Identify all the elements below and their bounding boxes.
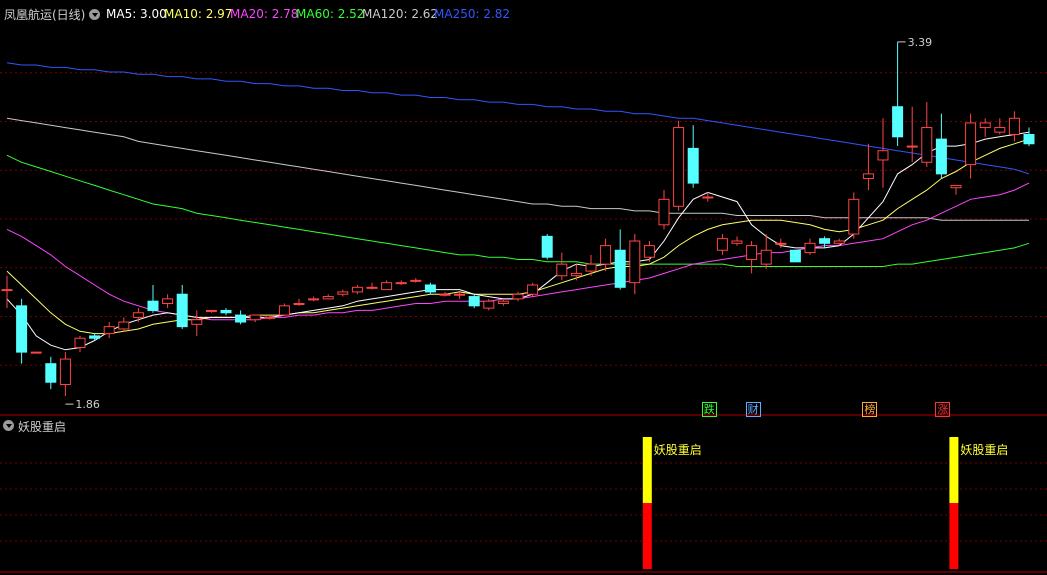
- candle-body: [351, 286, 363, 293]
- event-badge[interactable]: 榜: [862, 402, 878, 417]
- candle-body: [950, 184, 962, 189]
- candle-body: [614, 249, 626, 288]
- candle-body: [278, 305, 290, 316]
- candle-body: [716, 238, 728, 251]
- candle-body: [205, 309, 217, 312]
- candle-body: [162, 298, 174, 305]
- candle-body: [337, 291, 349, 295]
- signal-label: 妖股重启: [653, 443, 702, 457]
- signal-bar-bottom: [642, 503, 652, 569]
- high-price-label: 3.39: [907, 35, 933, 49]
- candle-body: [935, 138, 947, 175]
- candle-body: [556, 263, 568, 277]
- candle-body: [322, 296, 334, 300]
- candle-body: [395, 282, 407, 285]
- candle-body: [702, 196, 714, 199]
- candle-body: [921, 127, 933, 163]
- candle-body: [848, 198, 860, 235]
- candle-body: [483, 300, 495, 309]
- candle-body: [220, 309, 232, 314]
- candle-body: [760, 249, 772, 265]
- candle-body: [30, 351, 42, 354]
- candle-body: [585, 263, 597, 272]
- candle-body: [833, 240, 845, 244]
- candle-body: [454, 293, 466, 296]
- ma60-line: [6, 154, 1030, 267]
- candle-body: [424, 284, 436, 293]
- event-badge[interactable]: 涨: [935, 402, 951, 417]
- signal-bar-top: [642, 437, 652, 503]
- candle-body: [877, 150, 889, 161]
- candle-body: [366, 286, 378, 289]
- indicator-collapse-icon[interactable]: [3, 420, 14, 431]
- candle-body: [862, 173, 874, 179]
- candle-body: [235, 314, 247, 323]
- candle-body: [1008, 117, 1020, 135]
- candle-body: [74, 337, 86, 348]
- candle-body: [775, 242, 787, 245]
- candle-body: [819, 238, 831, 244]
- candle-body: [468, 296, 480, 307]
- candle-body: [103, 326, 115, 335]
- low-price-label: 1.86: [75, 398, 100, 412]
- candle-body: [249, 314, 261, 321]
- indicator-title: 妖股重启: [18, 420, 67, 434]
- candle-body: [731, 240, 743, 244]
- signal-label: 妖股重启: [960, 443, 1009, 457]
- candle-body: [118, 321, 130, 330]
- candle-body: [497, 300, 509, 305]
- candle-body: [410, 279, 422, 282]
- candle-body: [658, 198, 670, 226]
- candle-body: [381, 282, 393, 291]
- candle-body: [293, 303, 305, 306]
- candle-body: [45, 363, 57, 383]
- candle-body: [892, 106, 904, 138]
- candle-body: [906, 145, 918, 148]
- signal-bar-top: [949, 437, 959, 503]
- candle-body: [89, 335, 101, 339]
- candle-body: [59, 358, 71, 386]
- candle-body: [804, 242, 816, 254]
- candle-body: [979, 122, 991, 129]
- candle-body: [600, 245, 612, 265]
- candle-body: [191, 319, 203, 325]
- candle-body: [512, 293, 524, 300]
- candle-body: [687, 147, 699, 184]
- event-badge[interactable]: 跌: [701, 402, 717, 417]
- candle-body: [1023, 133, 1035, 145]
- candle-body: [308, 298, 320, 301]
- candle-body: [643, 245, 655, 258]
- candle-body: [541, 235, 553, 258]
- candle-body: [527, 284, 539, 295]
- candle-body: [1, 289, 13, 292]
- candle-body: [176, 293, 188, 328]
- ma10-line: [6, 138, 1030, 335]
- ma5-line: [6, 131, 1030, 351]
- ma250-line: [6, 62, 1030, 175]
- candle-body: [570, 272, 582, 277]
- candle-body: [673, 127, 685, 207]
- candle-body: [629, 240, 641, 284]
- kline-chart: [0, 41, 1047, 573]
- candle-body: [439, 293, 451, 296]
- candle-body: [147, 300, 159, 311]
- candle-body: [16, 305, 28, 353]
- signal-bar-bottom: [949, 503, 959, 569]
- event-badge[interactable]: 财: [745, 402, 761, 417]
- candle-body: [264, 316, 276, 319]
- candle-body: [789, 249, 801, 263]
- candle-body: [132, 312, 144, 318]
- candle-body: [965, 122, 977, 166]
- candle-body: [746, 245, 758, 261]
- candle-body: [994, 127, 1006, 133]
